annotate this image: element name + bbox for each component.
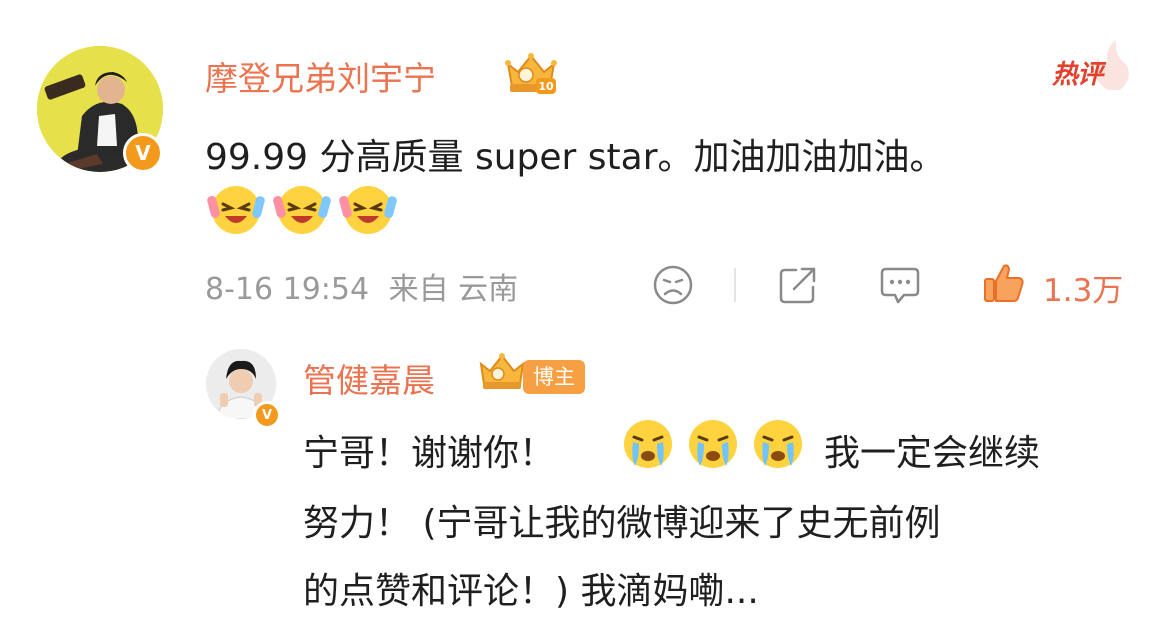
reply-text-line-2: 努力！ (宁哥让我的微博迎来了史无前例 [303,503,941,544]
laugh-cry-emoji [273,180,331,238]
action-divider [734,268,736,302]
crown-level-icon [476,351,528,393]
like-count[interactable]: 1.3万 [1043,265,1123,310]
crying-emoji [619,414,677,472]
svg-text:10: 10 [538,80,554,93]
laugh-cry-emoji [207,180,265,238]
reply-text-line-1: 宁哥！谢谢你！ [303,424,555,476]
reply-username[interactable]: 管健嘉晨 [303,354,435,402]
reply-text-line-1-end: 我一定会继续 [824,433,1041,474]
crying-emoji [684,414,742,472]
comment-icon[interactable] [878,263,922,307]
laugh-cry-emoji [339,180,397,238]
thumbs-up-icon[interactable] [982,260,1026,304]
main-commenter-username[interactable]: 摩登兄弟刘宇宁 [205,52,436,100]
crown-level-icon: 10 [502,50,560,96]
hot-comment-label: 热评 [1052,60,1103,90]
share-icon[interactable] [776,263,820,307]
comment-meta: 8-16 19:54 来自 云南 [205,264,518,308]
dislike-face-icon[interactable] [651,263,695,307]
reply-text-line-3: 的点赞和评论！) 我滴妈嘞... [303,571,759,612]
main-comment-text: 99.99 分高质量 super star。加油加油加油。 [205,137,946,178]
comment-source: 来自 云南 [388,272,519,307]
host-tag: 博主 [523,360,585,394]
verified-badge: V [123,133,163,173]
verified-badge: V [253,401,281,429]
reply-text: 宁哥！谢谢你！ [303,433,556,474]
comment-time: 8-16 19:54 [205,272,370,307]
crying-emoji [749,414,807,472]
